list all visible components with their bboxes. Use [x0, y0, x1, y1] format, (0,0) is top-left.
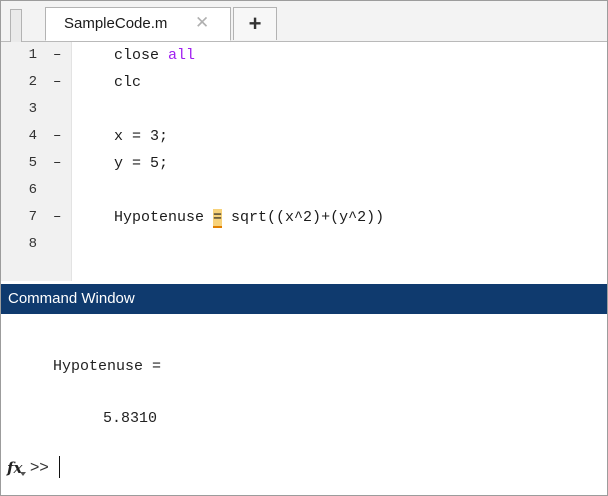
close-icon[interactable]: ✕ [195, 13, 209, 33]
code-line[interactable]: 5 – y = 5; [1, 150, 607, 177]
tab-scroll-stub[interactable] [10, 9, 22, 42]
breakpoint-marker[interactable]: – [53, 74, 61, 90]
breakpoint-marker[interactable]: – [53, 155, 61, 171]
code-token: sqrt((x^2)+(y^2)) [222, 209, 385, 226]
breakpoint-marker[interactable]: – [53, 209, 61, 225]
tab-label: SampleCode.m [64, 15, 168, 32]
code-editor[interactable]: 1 – close all 2 – clc 3 4 – x = 3; 5 – y… [1, 42, 607, 281]
editor-tab-bar: SampleCode.m ✕ + [1, 1, 607, 42]
code-line[interactable]: 7 – Hypotenuse = sqrt((x^2)+(y^2)) [1, 204, 607, 231]
command-prompt: >> [30, 459, 49, 476]
command-window-title-bar[interactable]: Command Window [1, 284, 607, 314]
line-number: 8 [28, 236, 37, 252]
code-token: close [114, 47, 169, 64]
code-text: Hypotenuse = sqrt((x^2)+(y^2)) [114, 209, 385, 228]
code-token: Hypotenuse [114, 209, 214, 226]
command-window[interactable]: Hypotenuse = 5.8310 fx >> [1, 314, 607, 495]
line-number: 3 [28, 101, 37, 117]
add-tab-button[interactable]: + [233, 7, 277, 40]
code-text: x = 3; [114, 128, 169, 145]
tab-samplecode[interactable]: SampleCode.m ✕ [45, 7, 231, 41]
text-cursor[interactable] [59, 456, 60, 478]
code-text: y = 5; [114, 155, 169, 172]
line-number: 5 [28, 155, 37, 171]
line-number: 4 [28, 128, 37, 144]
output-value: 5.8310 [103, 410, 158, 427]
breakpoint-marker[interactable]: – [53, 47, 61, 63]
line-number: 6 [28, 182, 37, 198]
code-text: clc [114, 74, 142, 91]
line-number: 7 [28, 209, 37, 225]
code-line[interactable]: 6 [1, 177, 607, 204]
command-window-title: Command Window [8, 290, 135, 307]
code-line[interactable]: 8 [1, 231, 607, 258]
code-text: close all [114, 47, 195, 64]
code-line[interactable]: 1 – close all [1, 42, 607, 69]
keyword-token: all [168, 47, 196, 64]
line-number: 1 [28, 47, 37, 63]
code-line[interactable]: 2 – clc [1, 69, 607, 96]
code-line[interactable]: 3 [1, 96, 607, 123]
chevron-down-icon[interactable] [20, 472, 26, 476]
breakpoint-marker[interactable]: – [53, 128, 61, 144]
code-line[interactable]: 4 – x = 3; [1, 123, 607, 150]
highlighted-token: = [213, 209, 223, 228]
line-number: 2 [28, 74, 37, 90]
matlab-window: SampleCode.m ✕ + 1 – close all 2 – clc 3… [0, 0, 608, 496]
output-variable-name: Hypotenuse = [53, 358, 162, 375]
